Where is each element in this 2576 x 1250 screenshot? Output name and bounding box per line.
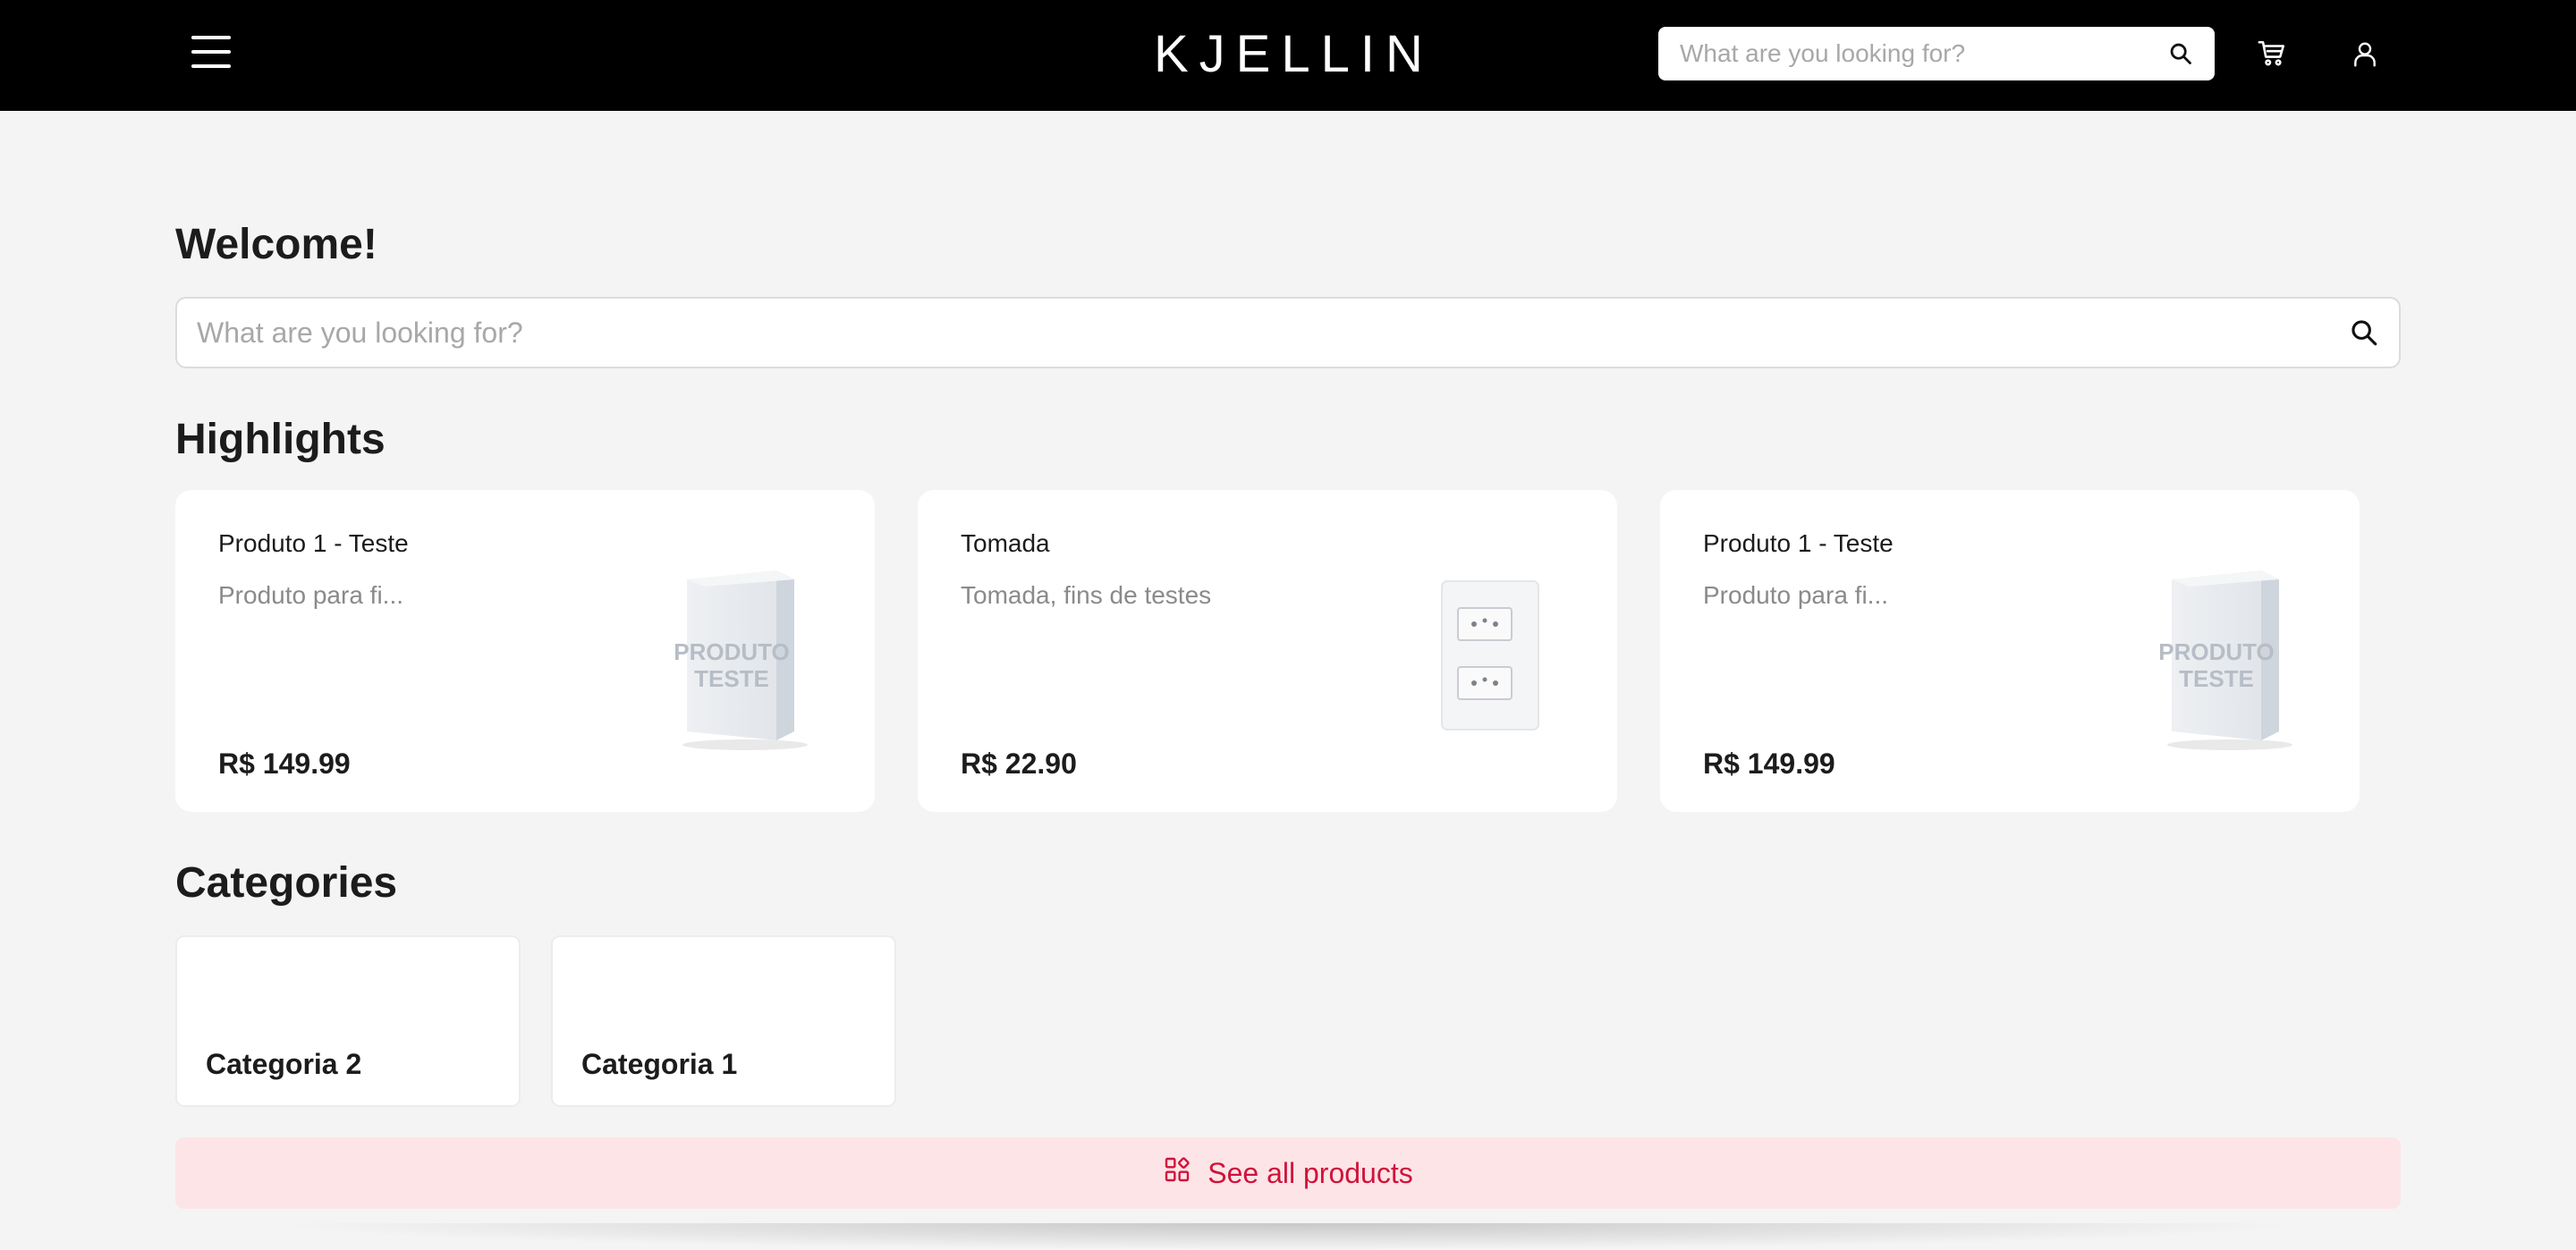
see-all-products-button[interactable]: See all products	[175, 1137, 2401, 1209]
product-price: R$ 149.99	[218, 747, 351, 780]
category-name: Categoria 1	[581, 1048, 738, 1080]
user-icon[interactable]	[2347, 32, 2383, 75]
welcome-heading: Welcome!	[175, 221, 377, 268]
product-card[interactable]: Produto 1 - Teste Produto para fi... R$ …	[175, 490, 875, 812]
svg-text:PRODUTO: PRODUTO	[2158, 638, 2275, 665]
product-box-image: PRODUTO TESTE	[2145, 562, 2306, 758]
header-search-input[interactable]	[1680, 39, 2168, 68]
product-card[interactable]: Produto 1 - Teste Produto para fi... R$ …	[1660, 490, 2360, 812]
main-search-bar[interactable]	[175, 297, 2401, 368]
category-card[interactable]: Categoria 1	[551, 935, 896, 1107]
product-price: R$ 149.99	[1703, 747, 1835, 780]
top-navigation-bar: KJELLIN	[0, 0, 2576, 111]
product-name: Produto 1 - Teste	[218, 529, 409, 557]
product-description: Produto para fi...	[218, 581, 404, 609]
search-icon[interactable]	[2349, 317, 2379, 348]
svg-text:TESTE: TESTE	[694, 665, 769, 692]
bottom-shadow	[268, 1223, 2308, 1250]
menu-icon[interactable]	[191, 36, 231, 68]
svg-text:PRODUTO: PRODUTO	[674, 638, 790, 665]
cart-icon[interactable]	[2254, 32, 2290, 75]
site-logo[interactable]: KJELLIN	[1154, 23, 1423, 86]
category-name: Categoria 2	[206, 1048, 362, 1080]
product-card[interactable]: Tomada Tomada, fins de testes R$ 22.90	[918, 490, 1617, 812]
highlights-heading: Highlights	[175, 416, 386, 463]
category-card[interactable]: Categoria 2	[175, 935, 521, 1107]
svg-text:TESTE: TESTE	[2179, 665, 2254, 692]
outlet-image	[1402, 562, 1563, 758]
product-description: Produto para fi...	[1703, 581, 1889, 609]
product-name: Produto 1 - Teste	[1703, 529, 1894, 557]
grid-icon	[1163, 1155, 1191, 1191]
categories-heading: Categories	[175, 859, 398, 907]
product-box-image: PRODUTO TESTE	[660, 562, 821, 758]
main-search-input[interactable]	[197, 316, 2349, 350]
product-description: Tomada, fins de testes	[961, 581, 1212, 609]
page: KJELLIN Welcome!	[0, 0, 2576, 1250]
product-price: R$ 22.90	[961, 747, 1077, 780]
see-all-products-label: See all products	[1208, 1156, 1413, 1189]
header-search-bar[interactable]	[1658, 27, 2215, 80]
product-name: Tomada	[961, 529, 1050, 557]
search-icon[interactable]	[2168, 41, 2193, 66]
